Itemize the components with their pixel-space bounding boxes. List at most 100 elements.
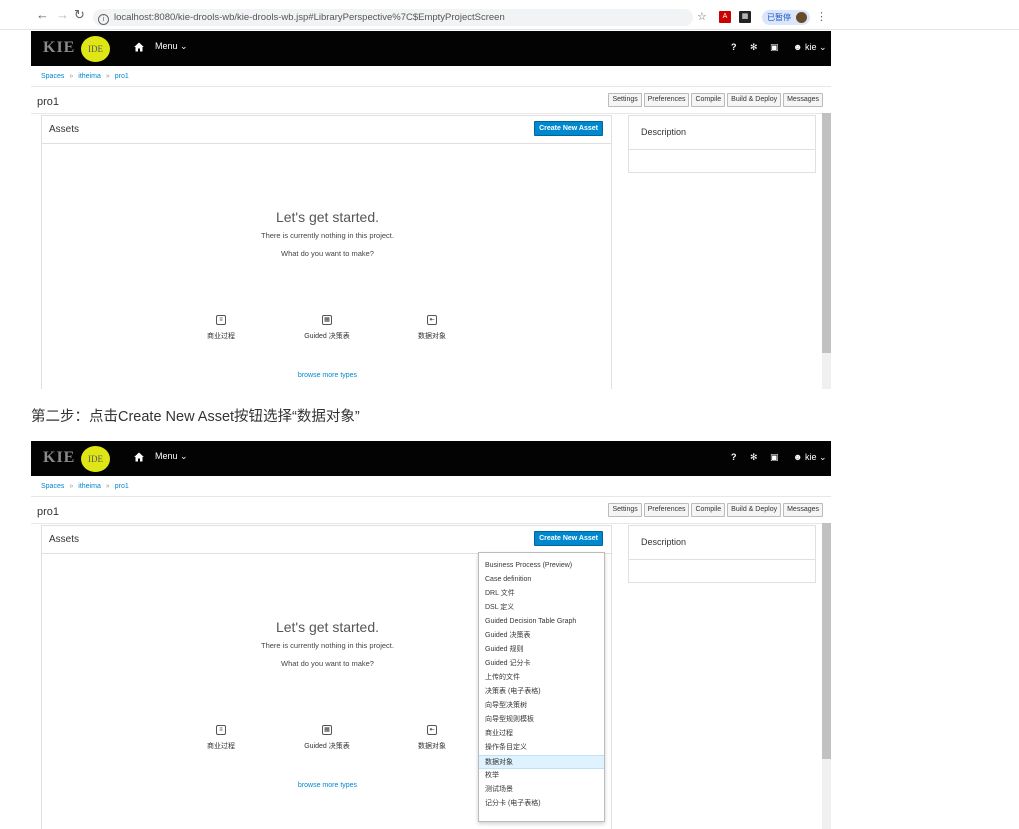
dropdown-item[interactable]: DSL 定义 (479, 601, 604, 615)
kie-workbench-screen-1: KIE IDE Menu ⌄ ? ✻ ▣ ☻ kie ⌄ Spaces » ithe… (31, 31, 831, 389)
kie-logo[interactable]: KIE (43, 449, 75, 467)
description-title: Description (641, 127, 687, 137)
breadcrumb-spaces[interactable]: Spaces (41, 483, 64, 490)
asset-type-guided-decision-table[interactable]: ▦ Guided 决策表 (287, 308, 367, 341)
compile-button[interactable]: Compile (691, 93, 726, 107)
home-icon[interactable] (134, 42, 144, 52)
kie-logo[interactable]: KIE (43, 39, 75, 57)
dropdown-item[interactable]: 商业过程 (479, 727, 604, 741)
asset-type-business-process[interactable]: ≡ 商业过程 (181, 718, 261, 751)
gear-icon[interactable]: ✻ (750, 452, 758, 463)
forward-arrow-icon[interactable]: → (56, 7, 69, 23)
address-bar[interactable]: i localhost:8080/kie-drools-wb/kie-drools… (93, 9, 693, 26)
breadcrumb-spaces[interactable]: Spaces (41, 73, 64, 80)
project-toolbar: Settings Preferences Compile Build & Dep… (606, 503, 823, 517)
asset-type-label: Guided 决策表 (304, 743, 350, 750)
scrollbar[interactable] (822, 113, 831, 389)
preferences-button[interactable]: Preferences (643, 503, 690, 517)
create-new-asset-button[interactable]: Create New Asset (534, 121, 603, 136)
project-toolbar: Settings Preferences Compile Build & Dep… (606, 93, 823, 107)
dropdown-item[interactable]: 上传的文件 (479, 671, 604, 685)
more-menu-icon[interactable]: ⋮ (816, 10, 827, 24)
divider (629, 149, 815, 150)
asset-type-data-object[interactable]: ⇤ 数据对象 (392, 308, 472, 341)
scrollbar-thumb[interactable] (822, 523, 831, 759)
dropdown-item[interactable]: Guided 记分卡 (479, 657, 604, 671)
divider (31, 113, 831, 114)
asset-type-guided-decision-table[interactable]: ▦ Guided 决策表 (287, 718, 367, 751)
build-deploy-button[interactable]: Build & Deploy (727, 93, 782, 107)
user-menu[interactable]: ☻ kie ⌄ (793, 42, 827, 53)
menu-label: Menu (155, 41, 178, 51)
compile-button[interactable]: Compile (691, 503, 726, 517)
breadcrumb-project[interactable]: pro1 (115, 483, 129, 490)
divider (629, 559, 815, 560)
menu-dropdown[interactable]: Menu ⌄ (155, 41, 188, 52)
chevron-down-icon: ⌄ (180, 41, 188, 51)
dropdown-item[interactable]: Guided 规则 (479, 643, 604, 657)
dropdown-item[interactable]: 决策表 (电子表格) (479, 685, 604, 699)
description-panel: Description (628, 525, 816, 583)
breadcrumb: Spaces » itheima » pro1 (41, 73, 129, 80)
dropdown-item[interactable]: Guided 决策表 (479, 629, 604, 643)
breadcrumb-space[interactable]: itheima (78, 73, 101, 80)
asset-type-label: 商业过程 (207, 743, 235, 750)
back-arrow-icon[interactable]: ← (36, 7, 49, 23)
assets-header: Assets Create New Asset (42, 116, 611, 144)
breadcrumb-project[interactable]: pro1 (115, 73, 129, 80)
briefcase-icon[interactable]: ▣ (770, 452, 779, 463)
dropdown-item[interactable]: 记分卡 (电子表格) (479, 797, 604, 811)
dropdown-item[interactable]: 测试场景 (479, 783, 604, 797)
briefcase-icon[interactable]: ▣ (770, 42, 779, 53)
breadcrumb-space[interactable]: itheima (78, 483, 101, 490)
dropdown-item[interactable]: Business Process (Preview) (479, 559, 604, 573)
pdf-extension-icon[interactable]: A (719, 11, 731, 23)
help-icon[interactable]: ? (731, 42, 737, 52)
dropdown-item[interactable]: 操作条目定义 (479, 741, 604, 755)
preferences-button[interactable]: Preferences (643, 93, 690, 107)
dropdown-item[interactable]: Guided Decision Table Graph (479, 615, 604, 629)
star-icon[interactable]: ☆ (697, 10, 707, 24)
paused-profile-button[interactable]: 已暂停 (762, 10, 810, 25)
reload-icon[interactable]: ↻ (74, 7, 85, 23)
gear-icon[interactable]: ✻ (750, 42, 758, 53)
page-title: pro1 (37, 96, 60, 108)
paused-label: 已暂停 (767, 13, 791, 22)
settings-button[interactable]: Settings (608, 93, 642, 107)
user-menu[interactable]: ☻ kie ⌄ (793, 452, 827, 463)
help-icon[interactable]: ? (731, 452, 737, 462)
process-icon: ≡ (216, 315, 226, 325)
asset-type-label: 数据对象 (418, 333, 446, 340)
extension-icon[interactable]: ▦ (739, 11, 751, 23)
create-new-asset-button[interactable]: Create New Asset (534, 531, 603, 546)
browse-more-types-link[interactable]: browse more types (42, 372, 613, 379)
settings-button[interactable]: Settings (608, 503, 642, 517)
messages-button[interactable]: Messages (783, 503, 823, 517)
step-caption: 第二步：点击Create New Asset按钮选择“数据对象” (31, 409, 360, 425)
dropdown-item[interactable]: DRL 文件 (479, 587, 604, 601)
breadcrumb: Spaces » itheima » pro1 (41, 483, 129, 490)
divider (31, 523, 831, 524)
dropdown-item[interactable]: 向导型决策树 (479, 699, 604, 713)
dropdown-item[interactable]: 数据对象 (479, 755, 604, 769)
dropdown-item[interactable]: 枚举 (479, 769, 604, 783)
empty-state-question: What do you want to make? (281, 249, 374, 258)
scrollbar-thumb[interactable] (822, 113, 831, 353)
asset-type-data-object[interactable]: ⇤ 数据对象 (392, 718, 472, 751)
home-icon[interactable] (134, 452, 144, 462)
messages-button[interactable]: Messages (783, 93, 823, 107)
data-object-icon: ⇤ (427, 315, 437, 325)
scrollbar[interactable] (822, 523, 831, 829)
create-asset-dropdown-menu: Business Process (Preview) Case definitio… (478, 552, 605, 822)
data-object-icon: ⇤ (427, 725, 437, 735)
build-deploy-button[interactable]: Build & Deploy (727, 503, 782, 517)
dropdown-item[interactable]: 向导型规则模板 (479, 713, 604, 727)
menu-dropdown[interactable]: Menu ⌄ (155, 451, 188, 462)
user-label: kie (805, 42, 817, 52)
empty-state-title: Let's get started. (275, 209, 380, 225)
assets-title: Assets (49, 534, 80, 545)
browser-toolbar: ← → ↻ i localhost:8080/kie-drools-wb/kie-… (0, 0, 1019, 30)
empty-state-subtitle: There is currently nothing in this proje… (261, 231, 394, 240)
dropdown-item[interactable]: Case definition (479, 573, 604, 587)
asset-type-business-process[interactable]: ≡ 商业过程 (181, 308, 261, 341)
